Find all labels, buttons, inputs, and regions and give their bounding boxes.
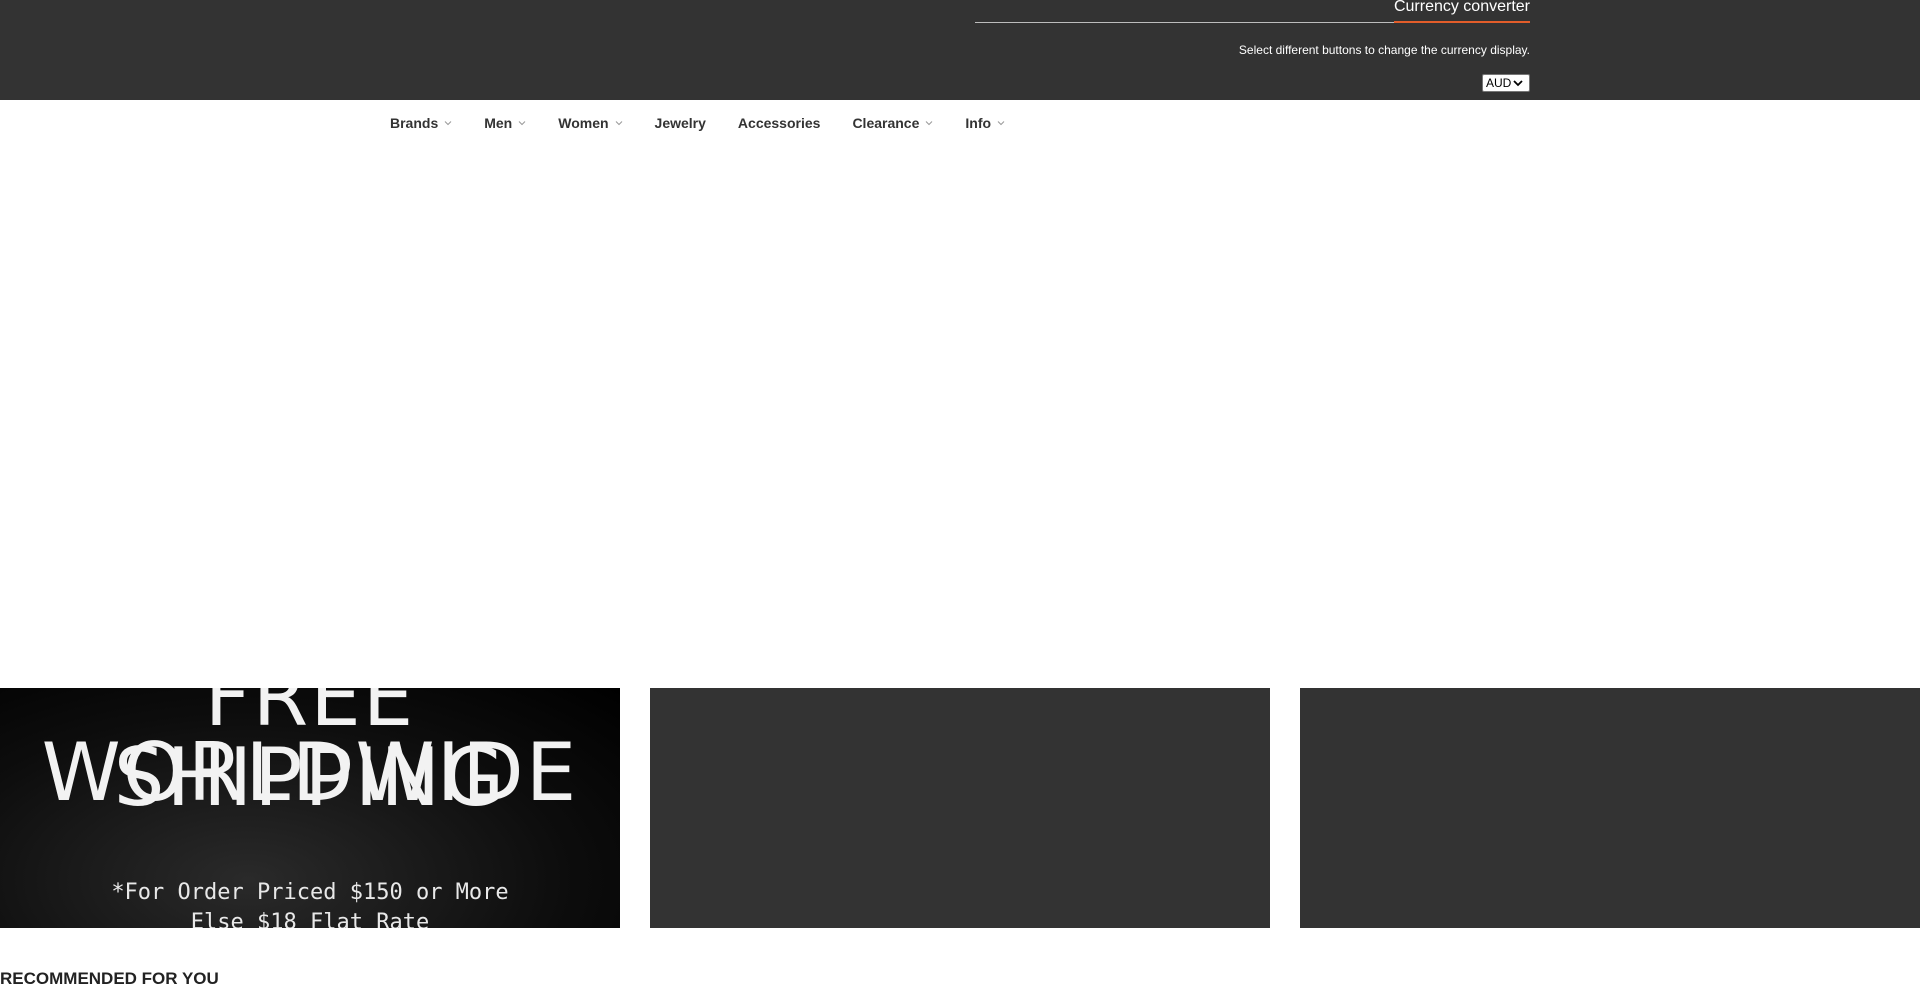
top-header: Currency converter Select different butt… <box>0 0 1920 100</box>
nav-item-women[interactable]: Women <box>558 115 622 131</box>
nav-item-label: Women <box>558 115 609 131</box>
nav-item-brands[interactable]: Brands <box>390 115 452 131</box>
nav-item-clearance[interactable]: Clearance <box>852 115 933 131</box>
nav-item-label: Accessories <box>737 115 821 131</box>
nav-item-jewelry[interactable]: Jewelry <box>655 115 706 131</box>
promo-banner-placeholder[interactable] <box>650 688 1270 928</box>
currency-select-value: AUD <box>1486 76 1512 90</box>
chevron-down-icon <box>518 121 526 126</box>
free-shipping-banner[interactable]: FREE SHIPPING WORLDWIDE *For Order Price… <box>0 688 620 928</box>
currency-hint-text: Select different buttons to change the c… <box>1238 43 1530 57</box>
banner-note: *For Order Priced $150 or More <box>111 880 509 905</box>
currency-converter-tab[interactable]: Currency converter <box>1393 0 1530 23</box>
nav-item-men[interactable]: Men <box>484 115 526 131</box>
recommended-section-title: RECOMMENDED FOR YOU <box>0 969 219 988</box>
promo-banner-placeholder[interactable] <box>1300 688 1920 928</box>
nav-item-accessories[interactable]: Accessories <box>738 115 821 131</box>
chevron-down-icon <box>997 121 1005 126</box>
banner-subheadline: WORLDWIDE <box>41 726 579 819</box>
nav-item-label: Clearance <box>852 115 920 131</box>
main-nav: Brands Men Women Jewelry Accessories Cle… <box>390 113 1037 133</box>
chevron-down-icon <box>1513 80 1523 87</box>
nav-item-label: Brands <box>390 115 439 131</box>
chevron-down-icon <box>926 121 933 126</box>
currency-select[interactable]: AUD <box>1482 74 1530 92</box>
chevron-down-icon <box>444 121 452 126</box>
promo-banner-row: FREE SHIPPING WORLDWIDE *For Order Price… <box>0 688 1920 928</box>
chevron-down-icon <box>615 121 622 126</box>
nav-item-label: Jewelry <box>654 115 706 131</box>
nav-item-info[interactable]: Info <box>965 115 1005 131</box>
nav-item-label: Men <box>484 115 513 131</box>
banner-note: Else $18 Flat Rate <box>190 910 430 928</box>
nav-item-label: Info <box>965 115 992 131</box>
